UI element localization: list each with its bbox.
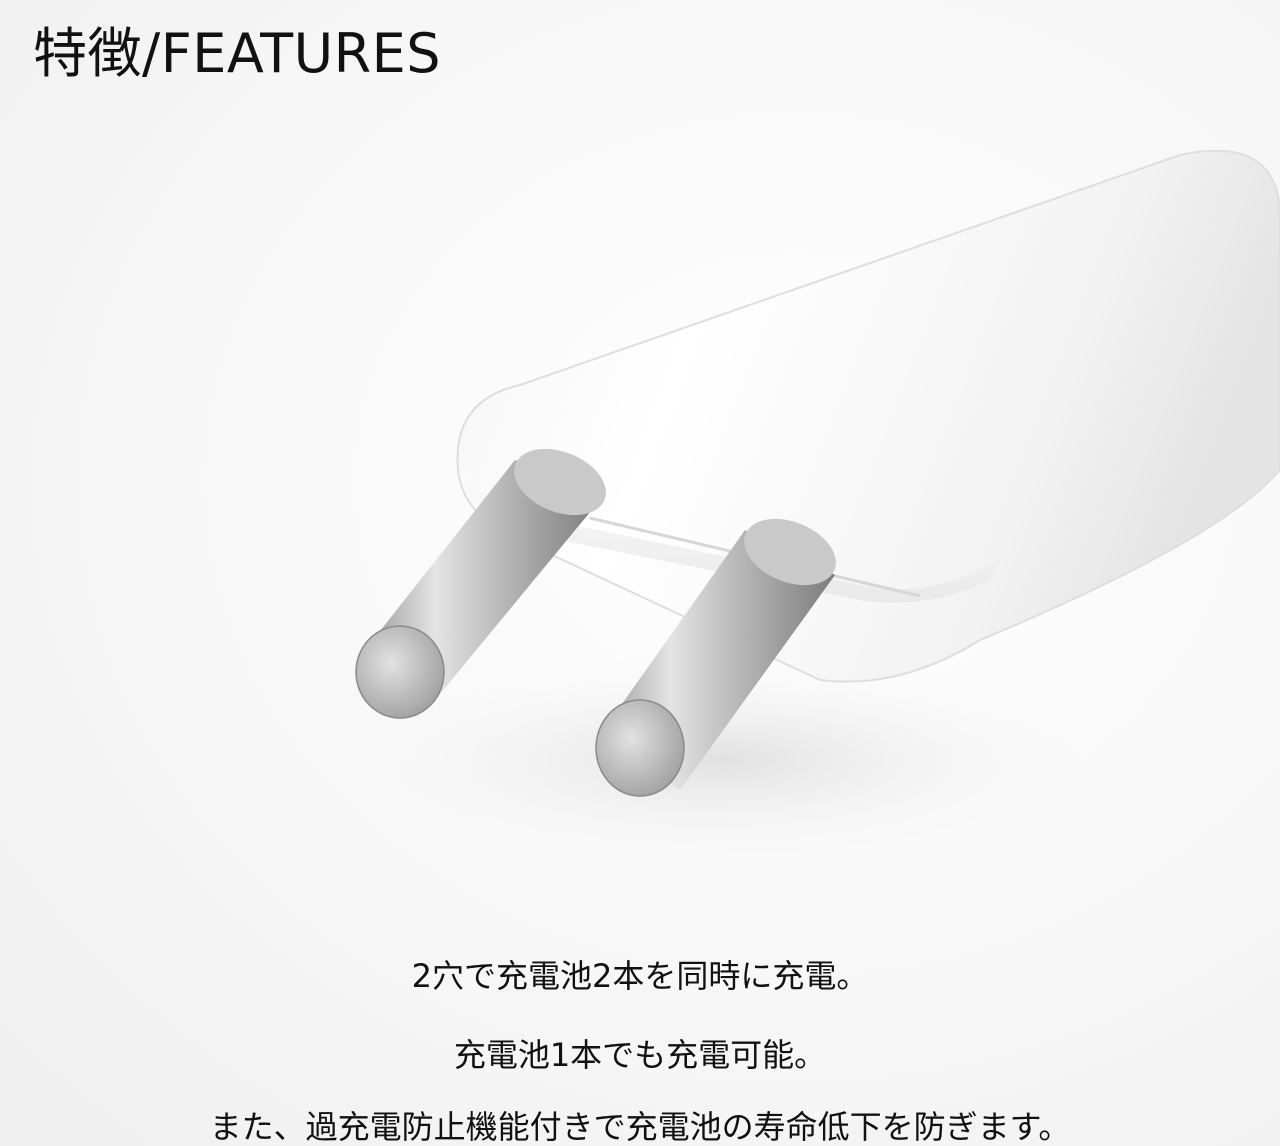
feature-text-single-charge: 充電池1本でも充電可能。: [453, 1036, 827, 1074]
feature-page: 特徴/FEATURES 2穴で充電池2本を同時に充電。 充電池1本でも充電可能。…: [0, 0, 1280, 1146]
feature-text-overcharge-protection: また、過充電防止機能付きで充電池の寿命低下を防ぎます。: [209, 1108, 1071, 1146]
feature-text-dual-slot: 2穴で充電池2本を同時に充電。: [411, 957, 869, 995]
page-title: 特徴/FEATURES: [33, 22, 442, 85]
plug-body: [456, 149, 1280, 683]
